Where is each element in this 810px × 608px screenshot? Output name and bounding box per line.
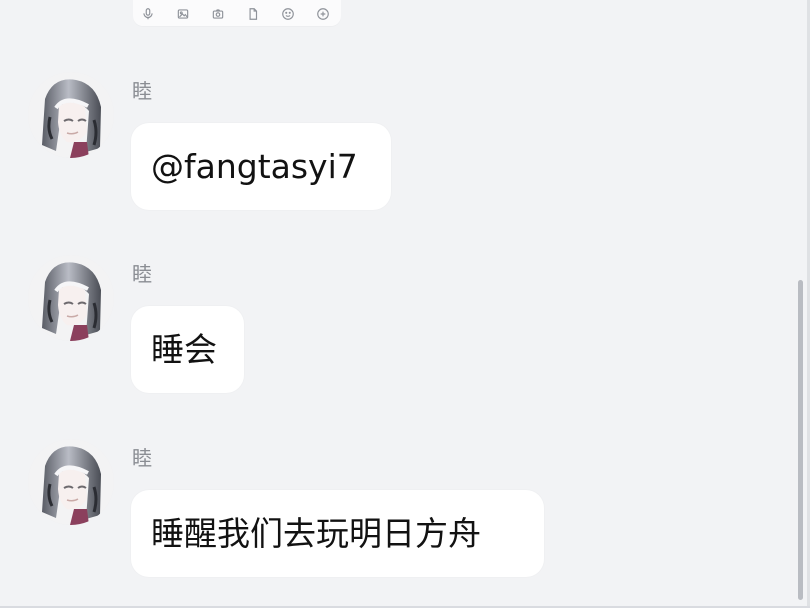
message-bubble[interactable]: 睡醒我们去玩明日方舟 — [131, 490, 544, 577]
avatar[interactable] — [28, 439, 114, 525]
emoji-icon[interactable] — [281, 7, 295, 21]
message-text: @fangtasyi7 — [151, 146, 358, 186]
message-bubble[interactable]: 睡会 — [131, 306, 244, 393]
add-circle-icon[interactable] — [316, 7, 330, 21]
message-text: 睡会 — [151, 329, 217, 369]
message-action-toolbar — [133, 0, 341, 26]
file-icon[interactable] — [246, 7, 260, 21]
message-bubble[interactable]: @fangtasyi7 — [131, 123, 391, 210]
sender-name: 睦 — [132, 262, 152, 286]
avatar[interactable] — [28, 255, 114, 341]
microphone-icon[interactable] — [141, 7, 155, 21]
chat-message: 睦 睡会 — [28, 255, 568, 395]
image-icon[interactable] — [176, 7, 190, 21]
sender-name: 睦 — [132, 446, 152, 470]
chat-screen: 睦 @fangtasyi7 睦 睡会 睦 睡醒我们去玩明日方舟 — [0, 0, 810, 608]
sender-name: 睦 — [132, 79, 152, 103]
avatar[interactable] — [28, 72, 114, 158]
chat-message: 睦 睡醒我们去玩明日方舟 — [28, 439, 568, 579]
message-text: 睡醒我们去玩明日方舟 — [151, 513, 481, 553]
camera-icon[interactable] — [211, 7, 225, 21]
vertical-scrollbar[interactable] — [798, 280, 803, 600]
chat-message: 睦 @fangtasyi7 — [28, 72, 568, 212]
